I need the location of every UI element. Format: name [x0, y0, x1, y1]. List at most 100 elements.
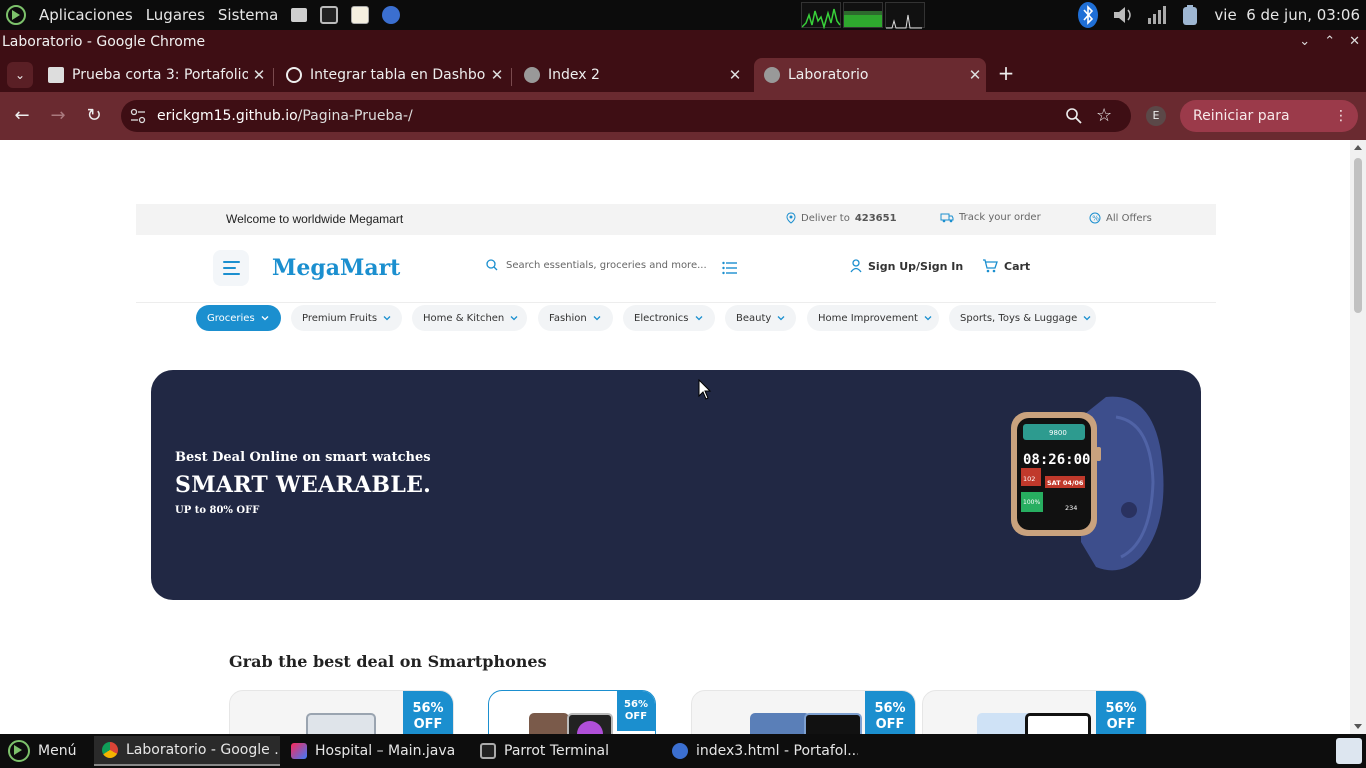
all-offers[interactable]: % All Offers — [1089, 212, 1152, 224]
site-info-icon[interactable] — [130, 108, 146, 128]
address-bar[interactable]: erickgm15.github.io/Pagina-Prueba-/ ☆ — [121, 100, 1131, 132]
signal-icon[interactable] — [1146, 4, 1167, 26]
category-home-improvement[interactable]: Home Improvement — [807, 305, 939, 331]
more-menu-icon[interactable]: ⋮ — [1334, 100, 1348, 132]
close-tab-icon[interactable]: ✕ — [964, 66, 986, 84]
cart-link[interactable]: Cart — [982, 259, 1030, 273]
close-tab-icon[interactable]: ✕ — [486, 66, 508, 84]
tab-search-icon[interactable]: ⌄ — [1299, 30, 1310, 54]
vscode-launcher-icon[interactable] — [382, 6, 401, 24]
forward-button[interactable]: → — [46, 104, 70, 128]
close-tab-icon[interactable]: ✕ — [248, 66, 270, 84]
chevron-down-icon — [924, 316, 932, 321]
workspace-switcher-icon[interactable] — [1336, 738, 1362, 764]
hero-banner[interactable]: Best Deal Online on smart watches SMART … — [151, 370, 1201, 600]
new-tab-button[interactable]: + — [995, 60, 1017, 86]
page-viewport: Welcome to worldwide Megamart Deliver to… — [0, 140, 1366, 734]
minimize-icon[interactable]: ⌃ — [1324, 30, 1335, 54]
profile-icon — [48, 67, 64, 83]
files-launcher-icon[interactable] — [291, 8, 308, 22]
banner-title: SMART WEARABLE. — [175, 472, 432, 498]
menu-sistema[interactable]: Sistema — [218, 6, 278, 24]
category-groceries[interactable]: Groceries — [196, 305, 281, 331]
site-header: MegaMart Search essentials, groceries an… — [136, 235, 1216, 303]
tab-strip: ⌄ Prueba corta 3: Portafolio ✕ Integrar … — [0, 54, 1366, 92]
product-card[interactable]: 56% OFF — [922, 690, 1147, 734]
product-card[interactable]: 56% OFF — [229, 690, 454, 734]
chevron-down-icon — [777, 316, 785, 321]
window-title-bar: Laboratorio - Google Chrome ⌄ ⌃ ✕ — [0, 30, 1366, 54]
location-pin-icon — [786, 212, 796, 224]
deliver-to[interactable]: Deliver to 423651 — [786, 212, 897, 224]
category-fashion[interactable]: Fashion — [538, 305, 613, 331]
smartwatch-image: 9800 08:26:00 SAT 04/06 102 100% 234 — [1011, 396, 1164, 571]
product-card[interactable]: 56% OFF — [691, 690, 916, 734]
category-sports-toys-luggage[interactable]: Sports, Toys & Luggage — [949, 305, 1096, 331]
close-window-icon[interactable]: ✕ — [1349, 30, 1360, 54]
text-editor-launcher-icon[interactable] — [351, 6, 370, 24]
discount-badge: 56% OFF — [403, 691, 453, 734]
volume-icon[interactable] — [1112, 4, 1132, 26]
category-premium-fruits[interactable]: Premium Fruits — [291, 305, 402, 331]
reload-button[interactable]: ↻ — [82, 104, 106, 128]
sign-in-link[interactable]: Sign Up/Sign In — [850, 259, 963, 273]
network-monitor-graph — [885, 2, 925, 29]
svg-text:102: 102 — [1023, 475, 1035, 483]
svg-text:9800: 9800 — [1049, 429, 1067, 437]
bluetooth-icon[interactable] — [1078, 2, 1099, 28]
update-button[interactable]: Reiniciar para actualizar ⋮ — [1180, 100, 1358, 156]
tab-integrar-tabla[interactable]: Integrar tabla en Dashboard ✕ — [276, 58, 508, 92]
site-logo[interactable]: MegaMart — [272, 255, 400, 281]
banner-offer: UP to 80% OFF — [175, 505, 260, 516]
search-input[interactable]: Search essentials, groceries and more... — [486, 259, 707, 271]
tab-index-2[interactable]: Index 2 ✕ — [514, 58, 746, 92]
zoom-icon[interactable] — [1065, 107, 1083, 129]
chrome-icon — [102, 742, 118, 758]
user-icon — [850, 259, 862, 273]
url-text[interactable]: erickgm15.github.io/Pagina-Prueba-/ — [157, 108, 413, 124]
intellij-icon — [291, 743, 307, 759]
task-vscode[interactable]: index3.html - Portafol... — [664, 736, 858, 766]
product-card[interactable]: 56% OFF — [488, 690, 656, 734]
hamburger-menu-icon[interactable] — [213, 250, 249, 286]
svg-text:SAT 04/06: SAT 04/06 — [1047, 479, 1084, 487]
os-taskbar: Menú Laboratorio - Google ... Hospital –… — [0, 734, 1366, 768]
scrollbar-thumb[interactable] — [1354, 158, 1362, 313]
clock[interactable]: vie 6 de jun, 03:06 — [1214, 6, 1360, 24]
category-electronics[interactable]: Electronics — [623, 305, 715, 331]
globe-icon — [764, 67, 780, 83]
search-icon — [486, 259, 498, 271]
banner-subtitle: Best Deal Online on smart watches — [175, 450, 431, 465]
profile-avatar[interactable]: E — [1146, 106, 1166, 126]
tab-laboratorio[interactable]: Laboratorio ✕ — [754, 58, 986, 92]
chevron-down-icon — [593, 316, 601, 321]
discount-badge: 56% OFF — [865, 691, 915, 734]
track-order[interactable]: Track your order — [940, 212, 1041, 223]
task-terminal[interactable]: Parrot Terminal — [472, 736, 658, 766]
welcome-text: Welcome to worldwide Megamart — [226, 212, 404, 226]
browser-toolbar: ← → ↻ erickgm15.github.io/Pagina-Prueba-… — [0, 92, 1366, 156]
filter-list-icon[interactable] — [722, 261, 738, 275]
terminal-launcher-icon[interactable] — [320, 6, 339, 24]
close-tab-icon[interactable]: ✕ — [724, 66, 746, 84]
task-intellij[interactable]: Hospital – Main.java — [283, 736, 469, 766]
task-chrome[interactable]: Laboratorio - Google ... — [94, 736, 280, 766]
page-scrollbar[interactable] — [1350, 140, 1366, 734]
parrot-logo-icon[interactable] — [6, 5, 26, 25]
category-bar: Groceries Premium Fruits Home & Kitchen … — [0, 305, 1350, 331]
tab-list-button[interactable]: ⌄ — [7, 62, 33, 88]
battery-icon[interactable] — [1180, 4, 1200, 26]
bookmark-star-icon[interactable]: ☆ — [1096, 105, 1112, 126]
menu-aplicaciones[interactable]: Aplicaciones — [39, 6, 133, 24]
offer-badge-icon: % — [1089, 212, 1101, 224]
category-home-kitchen[interactable]: Home & Kitchen — [412, 305, 527, 331]
back-button[interactable]: ← — [10, 104, 34, 128]
chevron-down-icon — [1083, 316, 1091, 321]
terminal-icon — [480, 743, 496, 759]
network-graph-icon — [886, 14, 922, 29]
menu-lugares[interactable]: Lugares — [146, 6, 205, 24]
start-menu-button[interactable]: Menú — [0, 736, 90, 766]
category-beauty[interactable]: Beauty — [725, 305, 796, 331]
svg-text:08:26:00: 08:26:00 — [1023, 452, 1090, 468]
tab-prueba-corta[interactable]: Prueba corta 3: Portafolio ✕ — [38, 58, 270, 92]
